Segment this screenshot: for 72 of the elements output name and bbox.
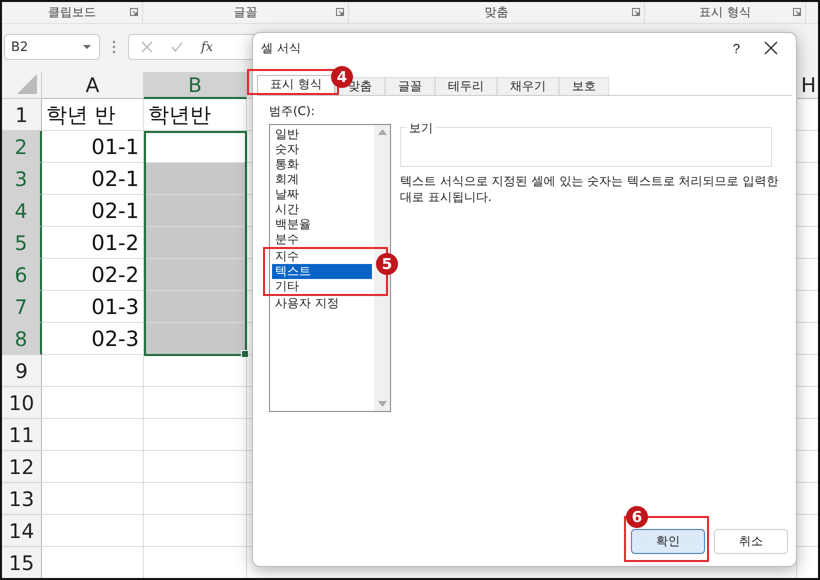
table-cell[interactable]: 학년반: [144, 99, 247, 131]
table-cell[interactable]: 01-2: [42, 227, 144, 259]
row-header[interactable]: 7: [2, 291, 42, 323]
dialog-launcher-icon[interactable]: [632, 8, 640, 16]
list-item[interactable]: 일반: [272, 127, 372, 142]
row-header[interactable]: 2: [2, 131, 42, 163]
dialog-title: 셀 서식: [261, 40, 302, 56]
dialog-launcher-icon[interactable]: [130, 8, 138, 16]
tab[interactable]: 보호: [558, 77, 609, 95]
column-header[interactable]: B: [144, 72, 247, 99]
preview-label: 보기: [407, 120, 435, 137]
dialog-launcher-icon[interactable]: [336, 8, 344, 16]
help-button[interactable]: ?: [718, 40, 754, 56]
cell-reference: B2: [11, 40, 28, 54]
list-item[interactable]: 날짜: [272, 187, 372, 202]
row-header[interactable]: 5: [2, 227, 42, 259]
ok-button[interactable]: 확인: [631, 529, 705, 554]
table-cell[interactable]: [144, 195, 247, 227]
cancel-button[interactable]: 취소: [714, 529, 788, 554]
table-cell[interactable]: 02-2: [42, 259, 144, 291]
table-cell[interactable]: 01-3: [42, 291, 144, 323]
group-label: 맞춤: [484, 4, 508, 21]
checkmark-icon[interactable]: [171, 41, 183, 53]
step-number: 6: [626, 506, 648, 528]
list-item[interactable]: 지수: [272, 249, 372, 264]
list-item[interactable]: 백분율: [272, 217, 372, 232]
row-header[interactable]: 4: [2, 195, 42, 227]
list-item[interactable]: 사용자 지정: [272, 296, 372, 311]
more-icon[interactable]: [112, 40, 116, 54]
table-cell[interactable]: 02-3: [42, 323, 144, 355]
table-cell[interactable]: [144, 291, 247, 323]
close-icon[interactable]: [764, 41, 778, 55]
category-label: 범주(C):: [269, 103, 316, 120]
tab[interactable]: 글꼴: [384, 77, 435, 95]
list-item[interactable]: 숫자: [272, 142, 372, 157]
row-header[interactable]: 1: [2, 99, 42, 131]
list-item[interactable]: 시간: [272, 202, 372, 217]
group-label: 글꼴: [234, 4, 258, 21]
list-item[interactable]: 통화: [272, 157, 372, 172]
group-label: 표시 형식: [699, 4, 751, 21]
row-header[interactable]: 3: [2, 163, 42, 195]
table-cell[interactable]: [144, 259, 247, 291]
row-header[interactable]: 14: [2, 515, 42, 547]
table-cell[interactable]: 01-1: [42, 131, 144, 163]
row-header[interactable]: 10: [2, 387, 42, 419]
tab[interactable]: 테두리: [434, 77, 497, 95]
description-text: 텍스트 서식으로 지정된 셀에 있는 숫자는 텍스트로 처리되므로 입력한 대로 표시됩니다.: [400, 173, 780, 205]
dialog-launcher-icon[interactable]: [793, 8, 801, 16]
row-header[interactable]: 11: [2, 419, 42, 451]
name-box[interactable]: B2: [4, 34, 100, 60]
list-item[interactable]: 텍스트: [272, 264, 372, 279]
list-item[interactable]: 회계: [272, 172, 372, 187]
tab[interactable]: 표시 형식: [257, 75, 335, 93]
insert-function-button[interactable]: fx: [201, 40, 214, 54]
table-cell[interactable]: [144, 227, 247, 259]
tab[interactable]: 채우기: [496, 77, 559, 95]
table-cell[interactable]: [144, 323, 247, 355]
table-cell[interactable]: [144, 163, 247, 195]
row-header[interactable]: 9: [2, 355, 42, 387]
row-header[interactable]: 12: [2, 451, 42, 483]
table-cell[interactable]: 02-1: [42, 163, 144, 195]
row-header[interactable]: 13: [2, 483, 42, 515]
group-label: 클립보드: [48, 4, 96, 21]
list-item[interactable]: 기타: [272, 279, 372, 294]
row-header[interactable]: 15: [2, 547, 42, 578]
table-cell[interactable]: 학년 반: [42, 99, 144, 131]
step-number: 5: [376, 253, 398, 275]
table-cell[interactable]: 02-1: [42, 195, 144, 227]
row-header[interactable]: 8: [2, 323, 42, 355]
list-item[interactable]: 분수: [272, 232, 372, 247]
fill-handle[interactable]: [241, 350, 249, 358]
row-header[interactable]: 6: [2, 259, 42, 291]
